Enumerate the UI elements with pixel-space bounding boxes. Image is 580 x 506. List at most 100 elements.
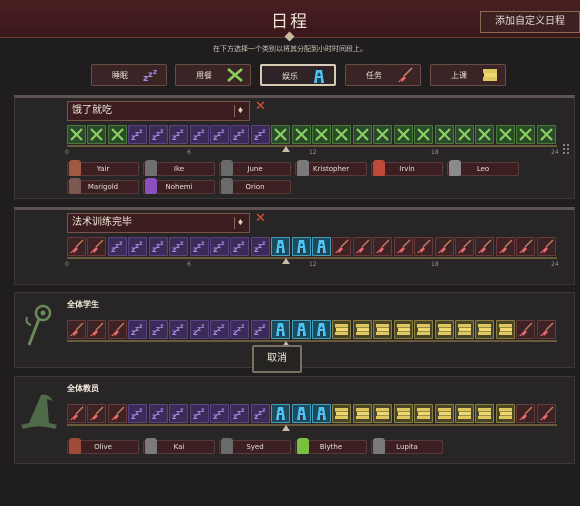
hour-slot-sleep[interactable]: zzz bbox=[250, 320, 270, 339]
hour-slot-eat[interactable] bbox=[454, 125, 474, 144]
hour-slot-sleep[interactable]: zzz bbox=[148, 237, 168, 256]
cancel-button[interactable]: 取消 bbox=[252, 345, 302, 373]
hour-slot-eat[interactable] bbox=[536, 125, 556, 144]
delete-schedule-button[interactable]: ✕ bbox=[255, 211, 266, 226]
hour-slot-task[interactable] bbox=[495, 237, 515, 256]
activity-play-button[interactable]: 娱乐 bbox=[260, 64, 336, 86]
hour-slot-sleep[interactable]: zzz bbox=[148, 125, 168, 144]
hour-slot-task[interactable] bbox=[414, 237, 434, 256]
hour-slot-task[interactable] bbox=[107, 320, 127, 339]
pawn-chip[interactable]: Blythe bbox=[295, 438, 367, 454]
hour-slot-task[interactable] bbox=[107, 404, 127, 423]
hour-slot-class[interactable] bbox=[373, 404, 393, 423]
activity-eat-button[interactable]: 用餐 bbox=[175, 64, 251, 86]
hour-slot-play[interactable] bbox=[312, 320, 331, 339]
hour-slot-sleep[interactable]: zzz bbox=[169, 404, 189, 423]
hour-slot-eat[interactable] bbox=[373, 125, 393, 144]
hour-slot-task[interactable] bbox=[87, 320, 107, 339]
hour-slot-eat[interactable] bbox=[67, 125, 86, 144]
hour-slot-task[interactable] bbox=[516, 320, 536, 339]
hour-slot-sleep[interactable]: zzz bbox=[107, 237, 127, 256]
hour-slot-sleep[interactable]: zzz bbox=[128, 125, 148, 144]
hour-slot-class[interactable] bbox=[393, 404, 413, 423]
pawn-chip[interactable]: Lupita bbox=[371, 438, 443, 454]
hour-slot-task[interactable] bbox=[454, 237, 474, 256]
pin-icon[interactable]: ♦ bbox=[234, 217, 246, 229]
hour-slot-class[interactable] bbox=[393, 320, 413, 339]
hour-slot-play[interactable] bbox=[312, 404, 331, 423]
hour-slot-sleep[interactable]: zzz bbox=[209, 125, 229, 144]
hour-slot-task[interactable] bbox=[516, 237, 536, 256]
hour-slot-class[interactable] bbox=[495, 404, 515, 423]
hour-slot-class[interactable] bbox=[352, 320, 372, 339]
pawn-chip[interactable]: Orion bbox=[219, 178, 291, 194]
pawn-chip[interactable]: Marigold bbox=[67, 178, 139, 194]
schedule-name-input[interactable]: 法术训练完毕 ♦ bbox=[67, 213, 250, 233]
hour-slot-sleep[interactable]: zzz bbox=[169, 237, 189, 256]
hour-slot-eat[interactable] bbox=[393, 125, 413, 144]
hour-slot-sleep[interactable]: zzz bbox=[250, 404, 270, 423]
hour-slot-eat[interactable] bbox=[352, 125, 372, 144]
hour-slot-eat[interactable] bbox=[332, 125, 352, 144]
hour-slot-sleep[interactable]: zzz bbox=[169, 320, 189, 339]
hour-slot-class[interactable] bbox=[332, 320, 352, 339]
hour-slot-sleep[interactable]: zzz bbox=[230, 125, 250, 144]
hour-slot-play[interactable] bbox=[291, 404, 311, 423]
hour-slot-sleep[interactable]: zzz bbox=[169, 125, 189, 144]
activity-class-button[interactable]: 上课 bbox=[430, 64, 506, 86]
hour-slot-task[interactable] bbox=[373, 237, 393, 256]
hour-slot-task[interactable] bbox=[536, 404, 556, 423]
hour-slot-class[interactable] bbox=[434, 404, 454, 423]
pawn-chip[interactable]: Syed bbox=[219, 438, 291, 454]
hour-slot-play[interactable] bbox=[291, 320, 311, 339]
hour-slot-sleep[interactable]: zzz bbox=[209, 237, 229, 256]
hour-slot-task[interactable] bbox=[516, 404, 536, 423]
hour-slot-sleep[interactable]: zzz bbox=[128, 320, 148, 339]
hour-slot-sleep[interactable]: zzz bbox=[230, 404, 250, 423]
hour-slot-class[interactable] bbox=[495, 320, 515, 339]
activity-sleep-button[interactable]: 睡眠 zzz bbox=[91, 64, 167, 86]
hour-slot-sleep[interactable]: zzz bbox=[128, 237, 148, 256]
hour-slot-play[interactable] bbox=[291, 237, 311, 256]
hour-slot-eat[interactable] bbox=[312, 125, 331, 144]
schedule-name-input[interactable]: 饿了就吃 ♦ bbox=[67, 101, 250, 121]
pawn-chip[interactable]: Yair bbox=[67, 160, 139, 176]
hour-slot-class[interactable] bbox=[454, 320, 474, 339]
hour-slot-task[interactable] bbox=[67, 404, 86, 423]
hour-slot-sleep[interactable]: zzz bbox=[148, 320, 168, 339]
activity-task-button[interactable]: 任务 bbox=[345, 64, 421, 86]
hour-slot-task[interactable] bbox=[67, 237, 86, 256]
hour-slot-task[interactable] bbox=[332, 237, 352, 256]
pawn-chip[interactable]: Olive bbox=[67, 438, 139, 454]
pawn-chip[interactable]: Ike bbox=[143, 160, 215, 176]
drag-handle[interactable] bbox=[563, 144, 571, 156]
pawn-chip[interactable]: Kristopher bbox=[295, 160, 367, 176]
hour-slot-eat[interactable] bbox=[434, 125, 454, 144]
hour-slot-task[interactable] bbox=[434, 237, 454, 256]
pawn-chip[interactable]: Nohemi bbox=[143, 178, 215, 194]
hour-slot-task[interactable] bbox=[87, 404, 107, 423]
hour-slot-class[interactable] bbox=[352, 404, 372, 423]
hour-slot-sleep[interactable]: zzz bbox=[209, 320, 229, 339]
hour-slot-class[interactable] bbox=[373, 320, 393, 339]
hour-slot-eat[interactable] bbox=[414, 125, 434, 144]
hour-slot-task[interactable] bbox=[536, 320, 556, 339]
hour-slot-sleep[interactable]: zzz bbox=[128, 404, 148, 423]
hour-slot-class[interactable] bbox=[414, 320, 434, 339]
hour-slot-sleep[interactable]: zzz bbox=[189, 125, 209, 144]
hour-slot-eat[interactable] bbox=[516, 125, 536, 144]
hour-slot-task[interactable] bbox=[87, 237, 107, 256]
hour-slot-task[interactable] bbox=[352, 237, 372, 256]
hour-slot-sleep[interactable]: zzz bbox=[189, 237, 209, 256]
hour-slot-play[interactable] bbox=[312, 237, 331, 256]
pawn-chip[interactable]: June bbox=[219, 160, 291, 176]
hour-slot-sleep[interactable]: zzz bbox=[148, 404, 168, 423]
hour-slot-task[interactable] bbox=[67, 320, 86, 339]
hour-slot-task[interactable] bbox=[393, 237, 413, 256]
hour-slot-class[interactable] bbox=[475, 404, 495, 423]
hour-slot-eat[interactable] bbox=[271, 125, 291, 144]
hour-slot-class[interactable] bbox=[475, 320, 495, 339]
hour-slot-eat[interactable] bbox=[495, 125, 515, 144]
hour-slot-play[interactable] bbox=[271, 320, 291, 339]
hour-slot-eat[interactable] bbox=[475, 125, 495, 144]
